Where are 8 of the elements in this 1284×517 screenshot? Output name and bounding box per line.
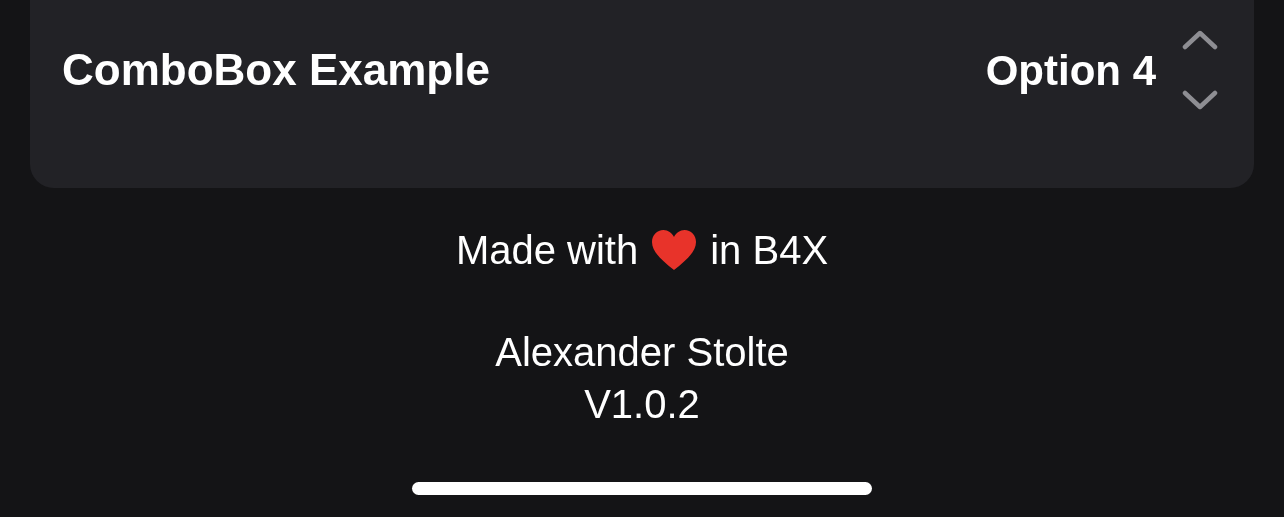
version-text: V1.0.2 [584, 381, 700, 428]
in-b4x-text: in B4X [710, 227, 829, 274]
combobox[interactable]: Option 4 [985, 28, 1218, 114]
made-with-text: Made with [455, 227, 639, 274]
combobox-value: Option 4 [985, 46, 1156, 96]
heart-icon [650, 229, 699, 271]
author-name: Alexander Stolte [495, 329, 789, 376]
combobox-label: ComboBox Example [62, 44, 490, 96]
